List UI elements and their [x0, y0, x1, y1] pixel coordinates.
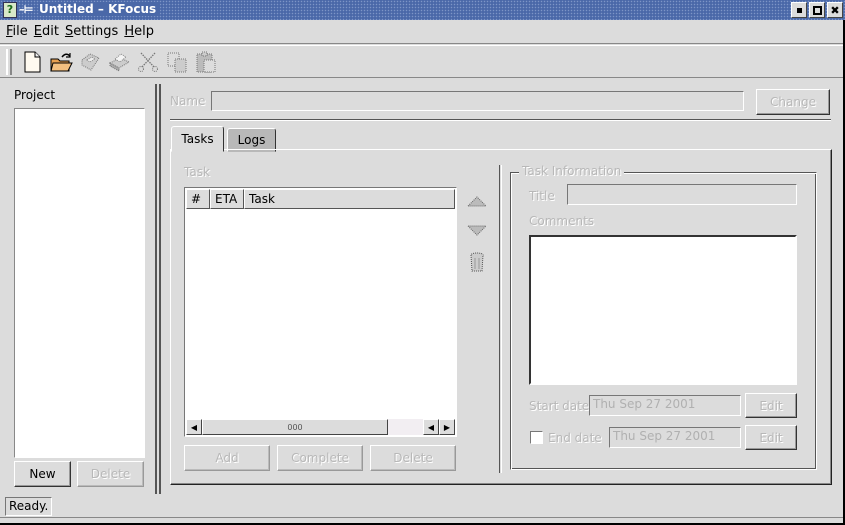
menu-settings-label: ettings: [73, 24, 119, 39]
open-button[interactable]: [47, 48, 75, 76]
paste-button[interactable]: [192, 48, 220, 76]
open-folder-icon: [50, 52, 73, 71]
new-project-button[interactable]: New: [14, 461, 71, 487]
delete-task-button[interactable]: Delete: [370, 445, 456, 471]
minimize-button[interactable]: [791, 2, 807, 18]
minimize-icon: [796, 7, 802, 13]
menu-bar: File Edit Settings Help: [0, 20, 843, 44]
column-header-number[interactable]: #: [186, 189, 210, 209]
trash-icon[interactable]: [466, 251, 488, 273]
name-separator: [170, 119, 831, 121]
title-input[interactable]: [567, 184, 797, 205]
start-date-label: Start date: [529, 399, 590, 413]
scrollbar-thumb[interactable]: 000: [202, 419, 388, 435]
end-date-checkbox[interactable]: [530, 431, 543, 444]
new-button[interactable]: [18, 48, 46, 76]
end-date-label: End date: [548, 431, 602, 445]
edit-end-date-button[interactable]: Edit: [745, 425, 797, 450]
cut-button[interactable]: [134, 48, 162, 76]
task-list[interactable]: # ETA Task ◀ 000 ◀ ▶: [184, 187, 457, 437]
column-header-task[interactable]: Task: [244, 189, 455, 209]
application-window: ? –⊨ Untitled – KFocus ✖ File Edit Setti…: [0, 0, 845, 525]
app-icon[interactable]: ?: [3, 2, 17, 18]
complete-task-button[interactable]: Complete: [277, 445, 363, 471]
pin-icon[interactable]: –⊨: [19, 3, 34, 16]
project-list[interactable]: [14, 108, 145, 458]
horizontal-scrollbar[interactable]: ◀ 000 ◀ ▶: [186, 419, 455, 435]
move-down-icon[interactable]: [466, 220, 488, 242]
start-date-input[interactable]: Thu Sep 27 2001: [589, 395, 741, 416]
paste-icon: [196, 51, 216, 72]
scroll-right-button[interactable]: ▶: [439, 419, 455, 435]
copy-icon: [167, 52, 187, 72]
menu-file-label: ile: [12, 24, 28, 39]
change-button[interactable]: Change: [756, 89, 830, 115]
task-list-header: # ETA Task: [186, 189, 455, 209]
comments-label: Comments: [529, 214, 595, 228]
arrow-left-icon: ◀: [190, 422, 198, 432]
panel-splitter[interactable]: [155, 84, 161, 494]
save-icon: [81, 52, 100, 71]
window-bottom-edge: [0, 517, 843, 523]
maximize-icon: [812, 5, 822, 15]
task-section-label: Task: [184, 165, 210, 179]
new-file-icon: [24, 51, 41, 72]
maximize-button[interactable]: [809, 2, 825, 18]
copy-button[interactable]: [163, 48, 191, 76]
title-label: Title: [529, 189, 555, 203]
move-up-icon[interactable]: [466, 190, 488, 212]
arrow-left-icon: ◀: [427, 422, 435, 432]
close-icon: ✖: [830, 3, 840, 17]
menu-help-label: elp: [134, 24, 154, 39]
menu-settings-mnemonic: S: [64, 24, 74, 39]
save-button[interactable]: [76, 48, 104, 76]
tab-tasks[interactable]: Tasks: [171, 126, 224, 152]
cut-icon: [138, 52, 158, 72]
close-button[interactable]: ✖: [827, 2, 843, 18]
menu-help-mnemonic: H: [124, 24, 135, 39]
column-header-eta[interactable]: ETA: [210, 189, 244, 209]
task-information-title: Task Information: [519, 164, 625, 178]
comments-textarea[interactable]: [529, 235, 797, 385]
menu-file[interactable]: File: [6, 24, 28, 39]
scroll-left-button[interactable]: ◀: [186, 419, 202, 435]
menu-edit[interactable]: Edit: [34, 24, 59, 39]
title-bar[interactable]: ? –⊨ Untitled – KFocus ✖: [0, 0, 845, 20]
menu-help[interactable]: Help: [124, 24, 154, 39]
menu-settings[interactable]: Settings: [65, 24, 118, 39]
toolbar: [0, 45, 843, 78]
end-date-value: Thu Sep 27 2001: [613, 429, 716, 443]
print-button[interactable]: [105, 48, 133, 76]
start-date-value: Thu Sep 27 2001: [593, 397, 696, 411]
window-title: Untitled – KFocus: [39, 2, 161, 16]
arrow-right-icon: ▶: [443, 422, 451, 432]
scroll-left-button-2[interactable]: ◀: [423, 419, 439, 435]
add-task-button[interactable]: Add: [184, 445, 270, 471]
tasks-info-separator: [499, 165, 502, 473]
menu-edit-mnemonic: E: [33, 24, 42, 39]
status-bar: Ready.: [5, 497, 53, 516]
menu-edit-label: dit: [42, 24, 59, 39]
name-input-value: [212, 92, 743, 94]
scrollbar-track[interactable]: [388, 419, 423, 435]
print-icon: [108, 52, 131, 72]
end-date-input[interactable]: Thu Sep 27 2001: [609, 427, 741, 448]
project-label: Project: [14, 88, 56, 102]
delete-project-button[interactable]: Delete: [77, 461, 144, 487]
comments-value: [531, 237, 795, 239]
name-input[interactable]: [211, 91, 744, 111]
toolbar-grip[interactable]: [6, 48, 12, 75]
edit-start-date-button[interactable]: Edit: [745, 393, 797, 418]
title-input-value: [568, 185, 796, 187]
name-label: Name: [170, 94, 206, 108]
